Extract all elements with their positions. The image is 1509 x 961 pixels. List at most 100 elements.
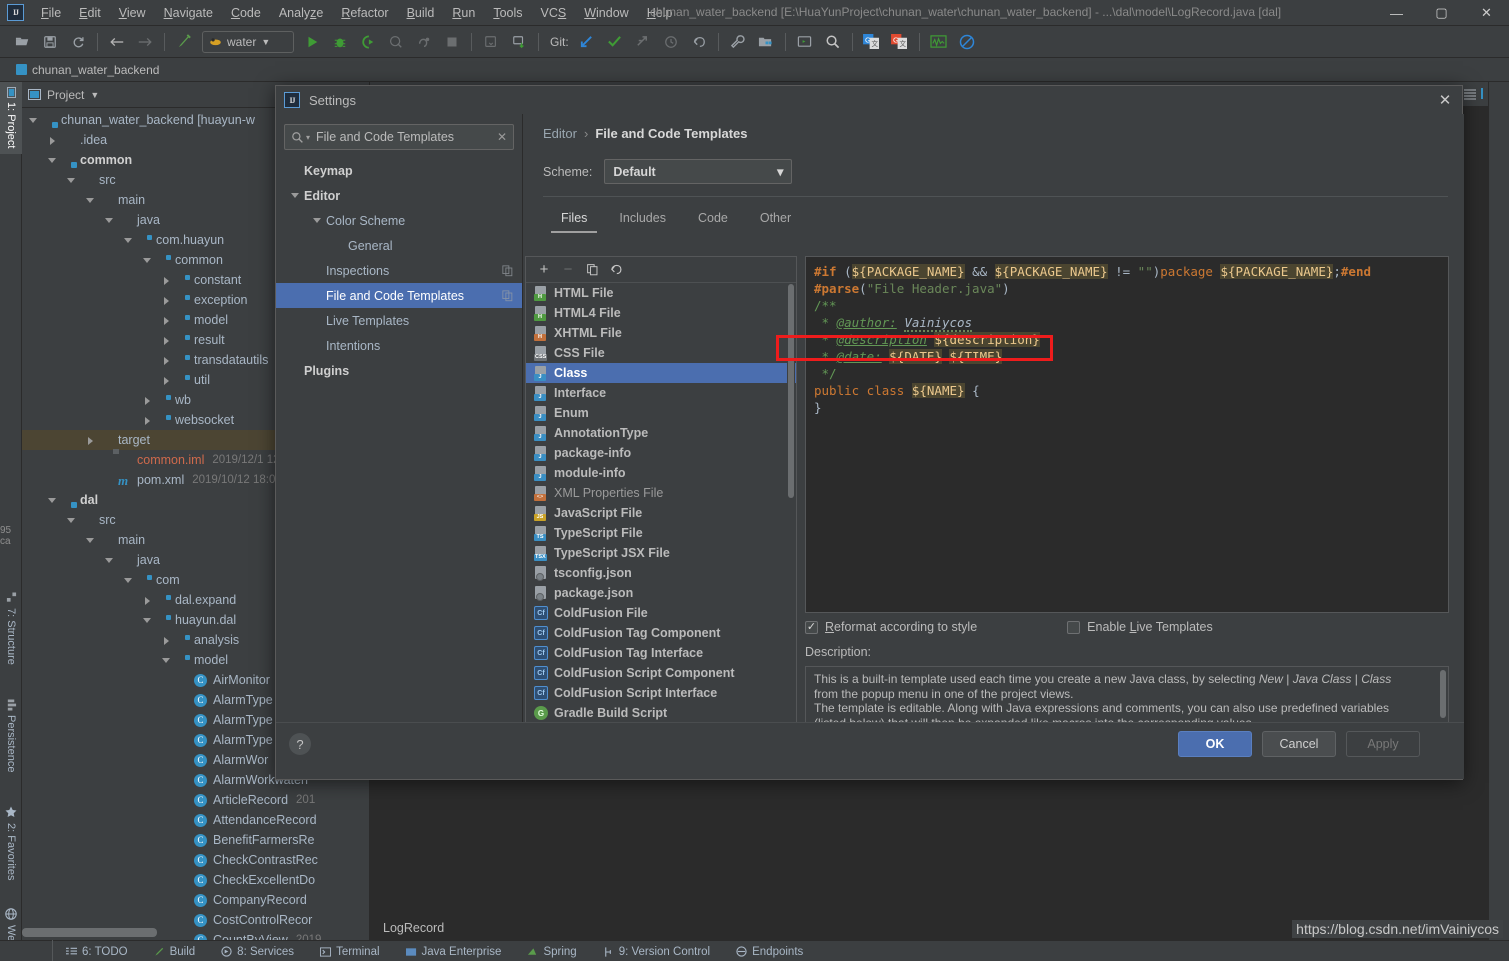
settings-search-box[interactable]: ▾ ✕	[284, 124, 514, 150]
chevron-right-icon[interactable]	[85, 435, 96, 446]
scrollbar-thumb[interactable]	[1440, 670, 1446, 718]
bottom-tool-tabs[interactable]: 6: TODO Build 8: Services Terminal Java …	[0, 941, 1509, 961]
bottom-tab-version-control[interactable]: 9: Version Control	[603, 946, 710, 958]
chevron-down-icon[interactable]: ▼	[90, 90, 99, 100]
tab-code[interactable]: Code	[682, 206, 744, 233]
chevron-down-icon[interactable]	[142, 615, 153, 626]
tree-node[interactable]: C CostControlRecor	[22, 910, 369, 930]
chevron-right-icon[interactable]	[161, 335, 172, 346]
template-list-item[interactable]: H HTML File	[526, 283, 796, 303]
tab-other[interactable]: Other	[744, 206, 807, 233]
terminal-icon[interactable]	[793, 30, 817, 54]
tree-node[interactable]: C CompanyRecord	[22, 890, 369, 910]
chevron-down-icon[interactable]	[123, 575, 134, 586]
template-list-item[interactable]: Cf ColdFusion File	[526, 603, 796, 623]
settings-tree-item-editor[interactable]: Editor	[276, 183, 522, 208]
chevron-down-icon[interactable]	[85, 195, 96, 206]
cancel-button[interactable]: Cancel	[1262, 731, 1336, 757]
search-dropdown-icon[interactable]: ▾	[306, 133, 310, 142]
tree-node[interactable]: C BenefitFarmersRe	[22, 830, 369, 850]
menu-item-file[interactable]: FFileile	[32, 3, 70, 23]
template-list-item[interactable]: Cf ColdFusion Script Interface	[526, 683, 796, 703]
translate-google-icon[interactable]: G文	[860, 30, 884, 54]
template-list-item[interactable]: package.json	[526, 583, 796, 603]
chevron-down-icon[interactable]	[290, 190, 301, 201]
save-all-icon[interactable]	[38, 30, 62, 54]
chevron-right-icon[interactable]	[47, 135, 58, 146]
chevron-down-icon[interactable]	[47, 155, 58, 166]
translate-google-red-icon[interactable]: G文	[888, 30, 912, 54]
bottom-tab-endpoints[interactable]: Endpoints	[736, 946, 803, 958]
back-arrow-icon[interactable]	[105, 30, 129, 54]
template-list-item[interactable]: Jpackage-info	[526, 443, 796, 463]
menu-item-navigate[interactable]: Navigate	[155, 3, 222, 23]
template-list[interactable]: H HTML File H HTML4 File H XHTML File CSS CSS F…	[526, 283, 796, 752]
breadcrumb[interactable]: chunan_water_backend	[16, 63, 159, 77]
template-list-item[interactable]: J Interface	[526, 383, 796, 403]
bottom-tab-spring[interactable]: Spring	[527, 946, 577, 958]
reset-template-button[interactable]	[606, 260, 626, 280]
build-hammer-icon[interactable]	[172, 30, 196, 54]
chevron-right-icon[interactable]	[161, 635, 172, 646]
reformat-checkbox-item[interactable]: Reformat according to style	[805, 620, 977, 634]
no-entry-icon[interactable]	[955, 30, 979, 54]
project-structure-icon[interactable]	[754, 30, 778, 54]
template-list-item[interactable]: Cf ColdFusion Script Component	[526, 663, 796, 683]
chevron-down-icon[interactable]	[66, 175, 77, 186]
template-list-item[interactable]: H XHTML File	[526, 323, 796, 343]
sidebar-tab-persistence[interactable]: Persistence	[0, 694, 22, 778]
settings-wrench-icon[interactable]	[726, 30, 750, 54]
template-code-editor[interactable]: #if (${PACKAGE_NAME} && ${PACKAGE_NAME} …	[805, 256, 1449, 613]
chevron-right-icon[interactable]	[161, 375, 172, 386]
bottom-tab-todo[interactable]: 6: TODO	[66, 946, 128, 958]
git-commit-check-icon[interactable]	[603, 30, 627, 54]
bottom-tab-build[interactable]: Build	[154, 946, 195, 958]
live-templates-checkbox[interactable]	[1067, 620, 1081, 634]
chevron-down-icon[interactable]	[47, 495, 58, 506]
debug-icon[interactable]	[328, 30, 352, 54]
scrollbar-thumb[interactable]	[788, 284, 794, 498]
template-list-item[interactable]: J AnnotationType	[526, 423, 796, 443]
template-code[interactable]: #if (${PACKAGE_NAME} && ${PACKAGE_NAME} …	[806, 257, 1448, 422]
menu-item-tools[interactable]: Tools	[484, 3, 531, 23]
scheme-select[interactable]: Default ▾	[604, 159, 793, 184]
settings-tree-item-color-scheme[interactable]: Color Scheme	[276, 208, 522, 233]
chevron-right-icon[interactable]	[161, 275, 172, 286]
sidebar-tab-project[interactable]: 1: Project	[0, 82, 22, 155]
copy-template-button[interactable]	[582, 260, 602, 280]
menu-item-vcs[interactable]: VCS	[532, 3, 576, 23]
chevron-right-icon[interactable]	[142, 415, 153, 426]
monitor-icon[interactable]	[927, 30, 951, 54]
chevron-down-icon[interactable]	[28, 115, 39, 126]
settings-tree-item-keymap[interactable]: Keymap	[276, 158, 522, 183]
template-list-item[interactable]: TS TypeScript File	[526, 523, 796, 543]
commit-icon[interactable]	[507, 30, 531, 54]
tree-node[interactable]: C ArticleRecord 201	[22, 790, 369, 810]
settings-tree-item-live-templates[interactable]: Live Templates	[276, 308, 522, 333]
chevron-down-icon[interactable]	[66, 515, 77, 526]
chevron-right-icon[interactable]	[142, 595, 153, 606]
template-list-item[interactable]: tsconfig.json	[526, 563, 796, 583]
menu-item-refactor[interactable]: Refactor	[332, 3, 397, 23]
chevron-down-icon[interactable]	[161, 655, 172, 666]
ok-button[interactable]: OK	[1178, 731, 1252, 757]
project-horizontal-scrollbar[interactable]	[22, 928, 157, 937]
menu-item-analyze[interactable]: Analyze	[270, 3, 332, 23]
settings-tree-item-general[interactable]: General	[276, 233, 522, 258]
help-button[interactable]: ?	[289, 733, 311, 755]
settings-tree-item-file-and-code-templates[interactable]: File and Code Templates	[276, 283, 522, 308]
add-template-button[interactable]: +	[534, 260, 554, 280]
breadcrumb-parent[interactable]: Editor	[543, 126, 577, 141]
menu-item-view[interactable]: View	[110, 3, 155, 23]
search-clear-icon[interactable]: ✕	[497, 130, 507, 144]
menu-item-edit[interactable]: Edit	[70, 3, 110, 23]
settings-tree-item-intentions[interactable]: Intentions	[276, 333, 522, 358]
live-templates-checkbox-item[interactable]: Enable Live Templates	[1067, 620, 1213, 634]
chevron-down-icon[interactable]	[123, 235, 134, 246]
reformat-checkbox[interactable]	[805, 620, 818, 634]
bottom-tab-terminal[interactable]: Terminal	[320, 946, 380, 958]
template-list-item[interactable]: J Class	[526, 363, 796, 383]
code-scrollbar[interactable]	[1438, 258, 1447, 611]
template-list-item[interactable]: Jmodule-info	[526, 463, 796, 483]
sidebar-tab-favorites[interactable]: 2: Favorites	[0, 800, 22, 886]
